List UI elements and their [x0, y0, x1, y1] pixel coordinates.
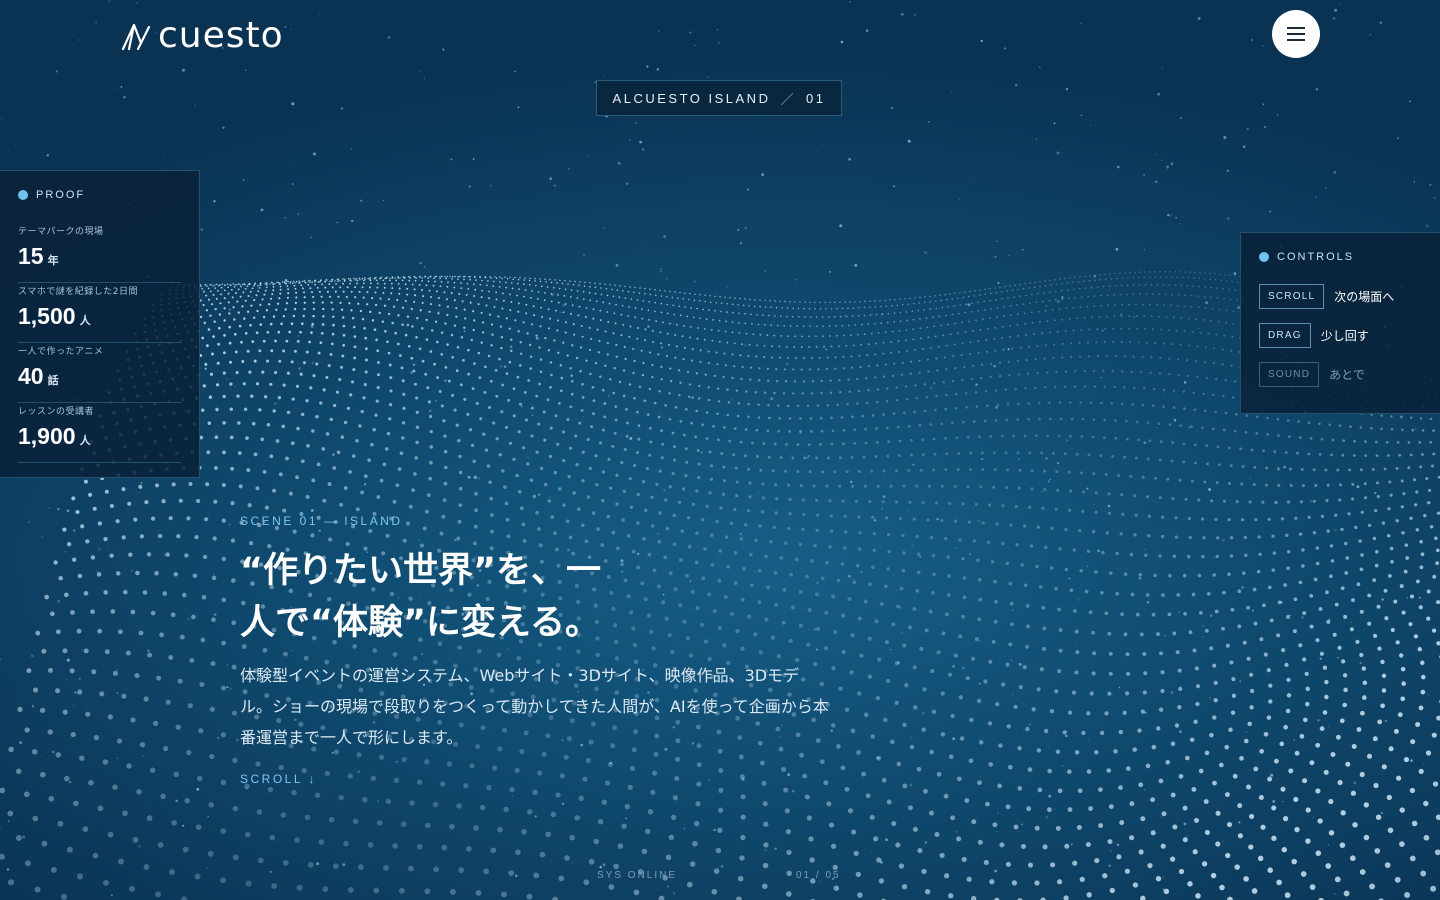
- control-key: SCROLL: [1259, 283, 1325, 309]
- stat-item: レッスンの受講者 1,900 人: [18, 403, 181, 463]
- stat-unit: 話: [47, 375, 59, 387]
- stat-label: スマホで謎を紀録した2日間: [18, 287, 138, 297]
- badge-title: ALCUESTO ISLAND: [612, 90, 771, 106]
- stat-label: 一人で作ったアニメ: [18, 347, 104, 357]
- controls-list: SCROLL 次の場面へ DRAG 少し回す SOUND あとで: [1259, 283, 1422, 387]
- proof-panel: PROOF テーマパークの現場 15 年 スマホで謎を紀録した2日間 1,500 人…: [0, 170, 200, 478]
- hero-lead: 体験型イベントの運営システム、Webサイト・3Dサイト、映像作品、3Dモデル。シ…: [240, 666, 829, 747]
- stat-item: テーマパークの現場 15 年: [18, 223, 181, 283]
- menu-button[interactable]: [1272, 10, 1320, 58]
- proof-header: PROOF: [18, 189, 181, 201]
- control-desc: 次の場面へ: [1334, 289, 1395, 304]
- controls-header: CONTROLS: [1259, 251, 1422, 263]
- stat-value: 1,500 人: [18, 299, 181, 338]
- stat-unit: 人: [79, 315, 91, 327]
- headline-line: “作りたい世界”を、一: [240, 551, 602, 591]
- stat-label: レッスンの受講者: [18, 407, 95, 417]
- controls-title: CONTROLS: [1277, 251, 1355, 263]
- control-key: DRAG: [1259, 322, 1311, 348]
- stat-label: テーマパークの現場: [18, 227, 104, 237]
- stat-value: 15 年: [18, 239, 181, 278]
- hero-stage[interactable]: cuesto ALCUESTO ISLAND ／ 01 PROOF テーマパーク…: [0, 0, 1440, 900]
- particle-wave-background: [0, 0, 1440, 900]
- control-desc: あとで: [1329, 367, 1365, 382]
- stat-value: 1,900 人: [18, 419, 181, 458]
- stat-number: 40: [18, 363, 44, 389]
- stat-unit: 人: [79, 435, 91, 447]
- control-desc: 少し回す: [1320, 328, 1369, 343]
- scene-badge: ALCUESTO ISLAND ／ 01: [596, 80, 842, 116]
- system-status: SYS ONLINE: [597, 870, 678, 881]
- stat-number: 1,900: [18, 423, 76, 449]
- stat-unit: 年: [47, 255, 59, 267]
- scene-label: SCENE 01 — ISLAND: [240, 514, 403, 528]
- scroll-indicator[interactable]: SCROLL ↓: [240, 772, 317, 786]
- brand-logo[interactable]: cuesto: [120, 14, 284, 58]
- control-sound[interactable]: SOUND あとで: [1259, 361, 1422, 387]
- stat-item: 一人で作ったアニメ 40 話: [18, 343, 181, 403]
- controls-panel: CONTROLS SCROLL 次の場面へ DRAG 少し回す SOUND あと…: [1240, 232, 1440, 414]
- logo-text: cuesto: [158, 15, 284, 56]
- headline-line: 人で“体験”に変える。: [240, 603, 600, 643]
- proof-title: PROOF: [36, 189, 86, 201]
- status-dot-icon: [18, 190, 28, 200]
- control-scroll[interactable]: SCROLL 次の場面へ: [1259, 283, 1422, 309]
- page-counter: 01 / 05: [796, 870, 841, 881]
- hero-headline: “作りたい世界”を、一 人で“体験”に変える。: [240, 545, 660, 649]
- proof-stats: テーマパークの現場 15 年 スマホで謎を紀録した2日間 1,500 人 一人で作っ…: [18, 223, 181, 463]
- badge-number: 01: [805, 90, 826, 106]
- control-drag[interactable]: DRAG 少し回す: [1259, 322, 1422, 348]
- status-dot-icon: [1259, 252, 1269, 262]
- hamburger-icon: [1287, 27, 1305, 41]
- badge-separator: ／: [780, 91, 796, 107]
- stat-item: スマホで謎を紀録した2日間 1,500 人: [18, 283, 181, 343]
- stat-value: 40 話: [18, 359, 181, 398]
- stat-number: 1,500: [18, 303, 76, 329]
- logo-mark-icon: [121, 23, 151, 51]
- stat-number: 15: [18, 243, 44, 269]
- control-key: SOUND: [1259, 361, 1320, 387]
